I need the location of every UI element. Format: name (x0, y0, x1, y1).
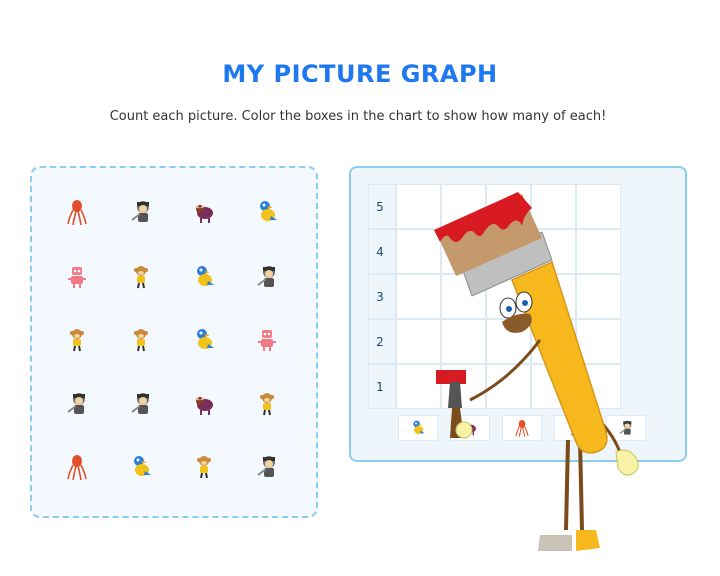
robot-icon (65, 263, 89, 291)
monkey-icon (129, 326, 153, 354)
pirate-icon (65, 390, 89, 418)
pirate-icon (255, 263, 279, 291)
picture-panel (30, 166, 318, 518)
bull-icon (192, 198, 216, 226)
monkey-icon (255, 390, 279, 418)
bird-icon (129, 453, 153, 481)
bull-icon (192, 390, 216, 418)
bird-icon (255, 198, 279, 226)
y-axis-label: 5 (376, 200, 384, 214)
monkey-icon (65, 326, 89, 354)
paintbrush-mascot (434, 192, 639, 551)
bird-icon (192, 326, 216, 354)
y-axis-label: 3 (376, 290, 384, 304)
instructions: Count each picture. Color the boxes in t… (109, 109, 607, 124)
pirate-icon (129, 198, 153, 226)
y-axis-label: 2 (376, 335, 384, 349)
page-title: MY PICTURE GRAPH (222, 60, 498, 88)
y-axis-label: 4 (376, 245, 384, 259)
pirate-icon (129, 390, 153, 418)
bird-icon (192, 263, 216, 291)
monkey-icon (192, 453, 216, 481)
monkey-icon (129, 263, 153, 291)
robot-icon (255, 326, 279, 354)
squid-icon (65, 198, 89, 226)
squid-icon (65, 453, 89, 481)
y-axis-label: 1 (376, 380, 384, 394)
pirate-icon (255, 453, 279, 481)
